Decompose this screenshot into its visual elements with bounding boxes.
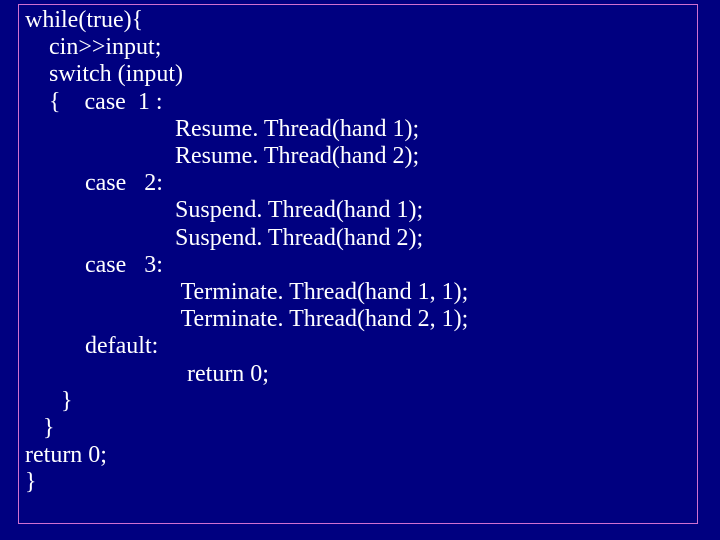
code-frame: while(true){ cin>>input; switch (input) … bbox=[18, 4, 698, 524]
code-block: while(true){ cin>>input; switch (input) … bbox=[19, 5, 697, 497]
